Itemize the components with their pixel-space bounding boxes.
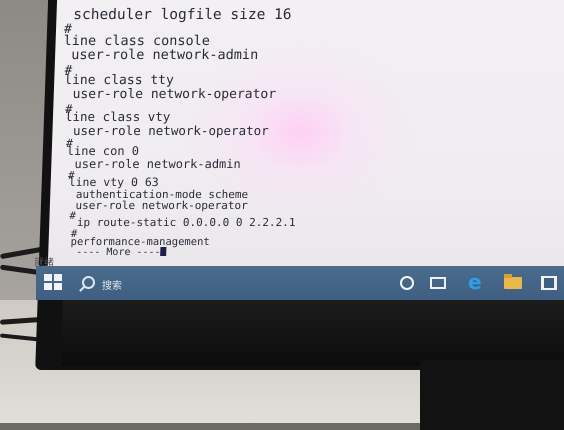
search-placeholder: 搜索 bbox=[102, 281, 122, 292]
terminal-line: ip route-static 0.0.0.0 0 2.2.2.1 bbox=[70, 216, 296, 229]
terminal-output: scheduler logfile size 16 # line class c… bbox=[54, 2, 564, 296]
more-prompt-text: ---- More ---- bbox=[70, 247, 161, 258]
monitor-chin bbox=[60, 296, 564, 366]
terminal-line: user-role network-admin bbox=[67, 157, 241, 171]
search-icon bbox=[82, 276, 95, 289]
terminal-line: performance-management bbox=[70, 236, 210, 248]
terminal-more-prompt: ---- More ---- bbox=[70, 247, 167, 258]
cortana-ring-icon[interactable] bbox=[396, 272, 418, 294]
terminal-line: line con 0 bbox=[66, 144, 140, 158]
store-icon[interactable] bbox=[538, 272, 560, 294]
monitor-screen: scheduler logfile size 16 # line class c… bbox=[46, 0, 564, 296]
terminal-line: line vty 0 63 bbox=[68, 175, 159, 189]
text-cursor bbox=[160, 247, 167, 256]
terminal-line: scheduler logfile size 16 bbox=[64, 7, 292, 23]
windows-start-icon[interactable] bbox=[44, 274, 64, 292]
terminal-line: line class vty bbox=[64, 109, 171, 124]
file-explorer-folder-icon[interactable] bbox=[502, 272, 524, 294]
task-view-icon[interactable] bbox=[428, 272, 450, 294]
terminal-line: user-role network-operator bbox=[64, 87, 277, 102]
windows-taskbar: 搜索 e bbox=[36, 266, 564, 300]
terminal-line: user-role network-operator bbox=[68, 199, 248, 212]
terminal-line: line class tty bbox=[63, 73, 175, 88]
edge-browser-icon[interactable]: e bbox=[466, 270, 488, 294]
monitor-stand bbox=[420, 360, 564, 430]
terminal-line: user-role network-admin bbox=[62, 47, 259, 63]
terminal-line: user-role network-operator bbox=[65, 123, 269, 138]
taskbar-search-box[interactable]: 搜索 bbox=[76, 270, 286, 296]
